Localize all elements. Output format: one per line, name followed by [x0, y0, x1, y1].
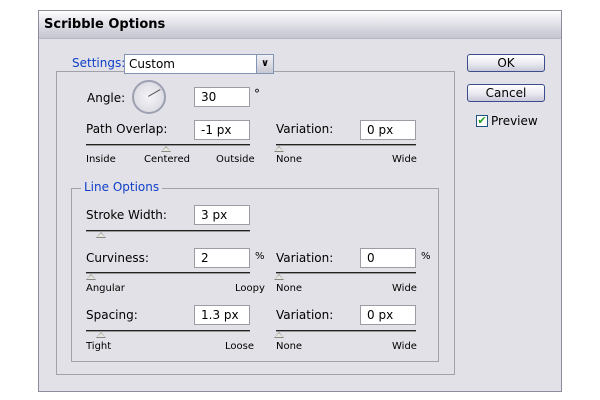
settings-label: Settings:: [69, 56, 129, 70]
angle-dial[interactable]: [132, 80, 166, 114]
spacing-thumb[interactable]: [96, 332, 106, 338]
spacing-max-label: Loose: [225, 341, 254, 352]
scribble-options-dialog: Scribble Options Settings: Custom ∨ Angl…: [38, 10, 562, 392]
preview-checkbox[interactable]: ✔: [476, 115, 488, 127]
stroke-width-label: Stroke Width:: [86, 208, 167, 222]
line-options-label: Line Options: [81, 180, 163, 194]
ok-button[interactable]: OK: [467, 54, 545, 72]
curviness-label: Curviness:: [86, 251, 149, 265]
settings-dropdown[interactable]: Custom ∨: [124, 54, 274, 74]
path-variation-thumb[interactable]: [274, 146, 284, 152]
curviness-variation-thumb[interactable]: [274, 274, 284, 280]
dialog-title: Scribble Options: [44, 17, 166, 32]
curviness-variation-label: Variation:: [276, 251, 334, 265]
curviness-thumb[interactable]: [86, 274, 96, 280]
path-overlap-min-label: Inside: [86, 154, 116, 165]
curviness-variation-max-label: Wide: [392, 283, 417, 294]
path-variation-min-label: None: [276, 154, 303, 165]
spacing-input[interactable]: 1.3 px: [194, 305, 250, 325]
preview-label[interactable]: Preview: [491, 114, 538, 128]
spacing-variation-label: Variation:: [276, 308, 334, 322]
angle-dial-needle: [148, 89, 161, 97]
curviness-variation-unit: %: [421, 251, 431, 262]
stroke-width-thumb[interactable]: [96, 232, 106, 238]
path-variation-label: Variation:: [276, 122, 334, 136]
path-overlap-label: Path Overlap:: [86, 122, 168, 136]
path-variation-slider[interactable]: [276, 144, 416, 146]
title-bar[interactable]: Scribble Options: [39, 11, 561, 39]
path-overlap-mid-label: Centered: [144, 154, 190, 165]
stroke-width-input[interactable]: 3 px: [194, 205, 250, 225]
checkmark-icon: ✔: [477, 114, 487, 127]
spacing-slider[interactable]: [86, 330, 250, 332]
curviness-input[interactable]: 2: [194, 248, 250, 268]
curviness-unit: %: [255, 251, 265, 262]
chevron-down-icon[interactable]: ∨: [256, 55, 273, 73]
stroke-width-slider[interactable]: [86, 230, 250, 232]
path-overlap-input[interactable]: -1 px: [194, 120, 250, 140]
spacing-variation-max-label: Wide: [392, 341, 417, 352]
spacing-variation-min-label: None: [276, 341, 303, 352]
path-overlap-thumb[interactable]: [161, 146, 171, 152]
settings-dropdown-value: Custom: [129, 57, 175, 71]
curviness-min-label: Angular: [86, 283, 125, 294]
spacing-variation-input[interactable]: 0 px: [360, 305, 416, 325]
cancel-button[interactable]: Cancel: [467, 84, 545, 102]
path-variation-max-label: Wide: [392, 154, 417, 165]
curviness-slider[interactable]: [86, 272, 250, 274]
spacing-variation-thumb[interactable]: [274, 332, 284, 338]
spacing-min-label: Tight: [86, 341, 112, 352]
path-overlap-max-label: Outside: [216, 154, 255, 165]
spacing-variation-slider[interactable]: [276, 330, 416, 332]
spacing-label: Spacing:: [86, 308, 138, 322]
curviness-variation-min-label: None: [276, 283, 303, 294]
path-variation-input[interactable]: 0 px: [360, 120, 416, 140]
curviness-max-label: Loopy: [235, 283, 265, 294]
angle-input[interactable]: 30: [194, 87, 250, 107]
curviness-variation-input[interactable]: 0: [360, 248, 416, 268]
angle-unit: °: [254, 87, 260, 101]
angle-label: Angle:: [87, 91, 126, 105]
curviness-variation-slider[interactable]: [276, 272, 416, 274]
